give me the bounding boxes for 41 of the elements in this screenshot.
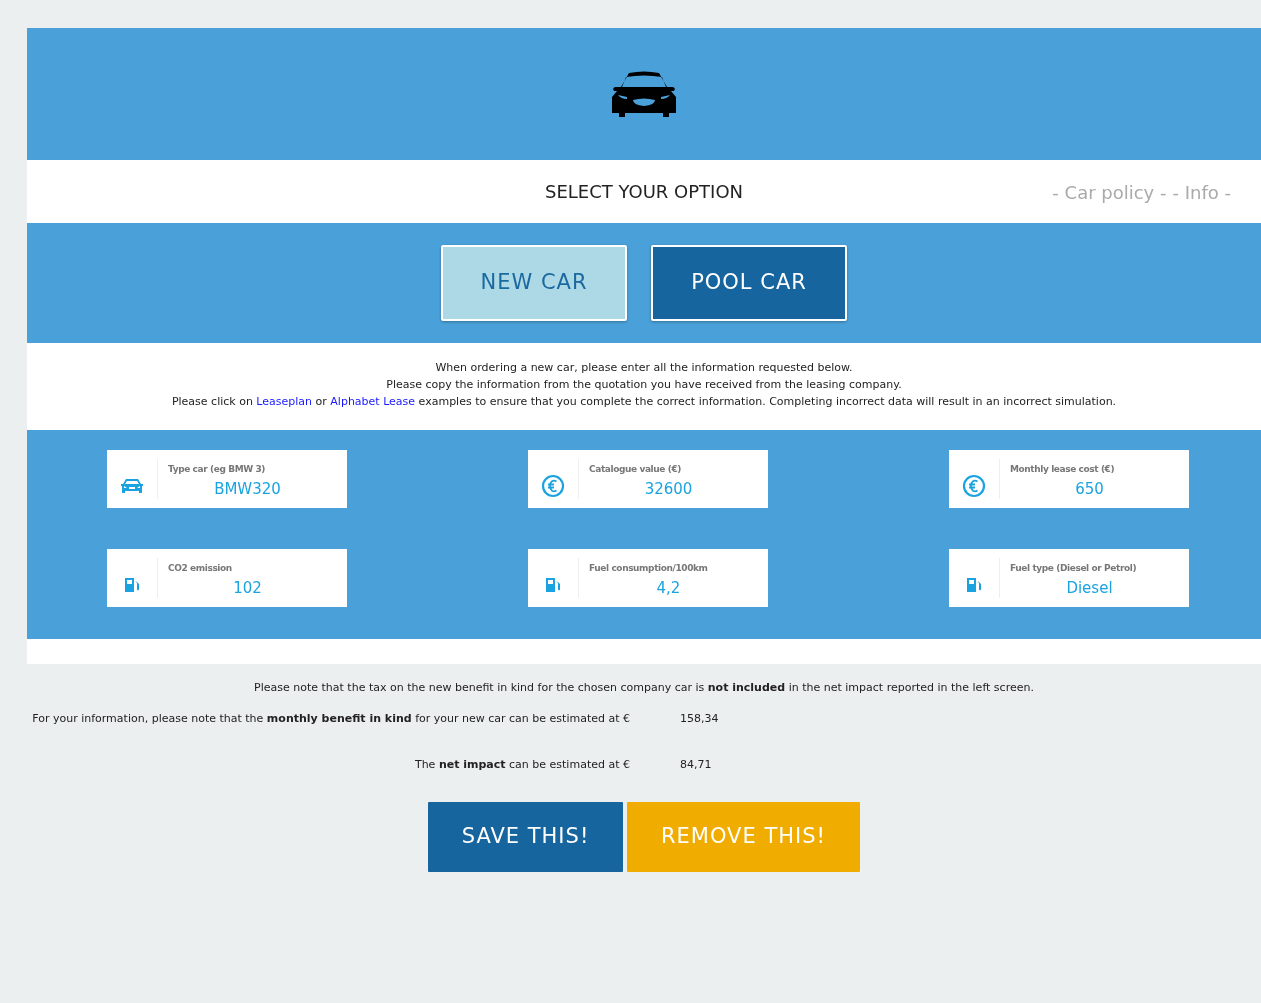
input-field[interactable]: Fuel consumption/100km 4,2: [528, 549, 768, 607]
estimate-text: The net impact can be estimated at €: [413, 757, 630, 773]
fuel-pump-icon: [966, 577, 982, 593]
section-title: SELECT YOUR OPTION: [545, 180, 743, 204]
fuel-pump-icon: [124, 577, 140, 593]
input-field[interactable]: Catalogue value (€) 32600: [528, 450, 768, 508]
estimate-value: 158,34: [680, 710, 719, 727]
note-text: Please note that the tax on the new benefit in kind for the chosen company car is not included in the net impact reported in the left screen.: [253, 680, 1035, 696]
example-link[interactable]: Leaseplan: [256, 395, 313, 408]
fuel-pump-icon: [545, 577, 561, 593]
field-label: Catalogue value (€): [589, 463, 682, 476]
example-link[interactable]: Alphabet Lease: [330, 395, 416, 408]
nav-link-text[interactable]: - Info -: [1172, 181, 1231, 202]
car-icon: [120, 478, 144, 494]
input-field[interactable]: Fuel type (Diesel or Petrol) Diesel: [949, 549, 1189, 607]
option-tab[interactable]: NEW CAR: [441, 245, 627, 321]
field-label: CO2 emission: [168, 562, 233, 575]
save-button[interactable]: SAVE THIS!: [428, 801, 623, 872]
euro-icon: [541, 474, 565, 498]
nav-link-text[interactable]: - Car policy -: [1052, 181, 1167, 202]
field-value[interactable]: 650: [1010, 477, 1189, 500]
estimate-text: For your information, please note that the monthly benefit in kind for your new car can be estimated at €: [31, 710, 630, 727]
field-label: Monthly lease cost (€): [1010, 463, 1116, 476]
field-value[interactable]: 102: [168, 576, 347, 599]
estimate-value: 84,71: [680, 757, 712, 773]
input-field[interactable]: Type car (eg BMW 3) BMW320: [107, 450, 347, 508]
input-field[interactable]: Monthly lease cost (€) 650: [949, 450, 1189, 508]
field-label: Type car (eg BMW 3): [168, 463, 267, 476]
field-value[interactable]: BMW320: [168, 477, 347, 500]
intro-text: Please copy the information from the quotation you have received from the leasing company.: [385, 377, 903, 393]
car-icon: [609, 69, 679, 119]
field-label: Fuel type (Diesel or Petrol): [1010, 562, 1138, 575]
input-field[interactable]: CO2 emission 102: [107, 549, 347, 607]
option-tab[interactable]: POOL CAR: [651, 245, 847, 321]
field-value[interactable]: Diesel: [1010, 576, 1189, 599]
field-label: Fuel consumption/100km: [589, 562, 709, 575]
intro-text: When ordering a new car, please enter all the information requested below.: [434, 360, 854, 376]
field-value[interactable]: 4,2: [589, 576, 768, 599]
field-value[interactable]: 32600: [589, 477, 768, 500]
intro-text: Please click on Leaseplan or Alphabet Lease examples to ensure that you complete the correct information. Completing incorrect data will result in an incorrect simulation.: [170, 394, 1118, 410]
euro-icon: [962, 474, 986, 498]
